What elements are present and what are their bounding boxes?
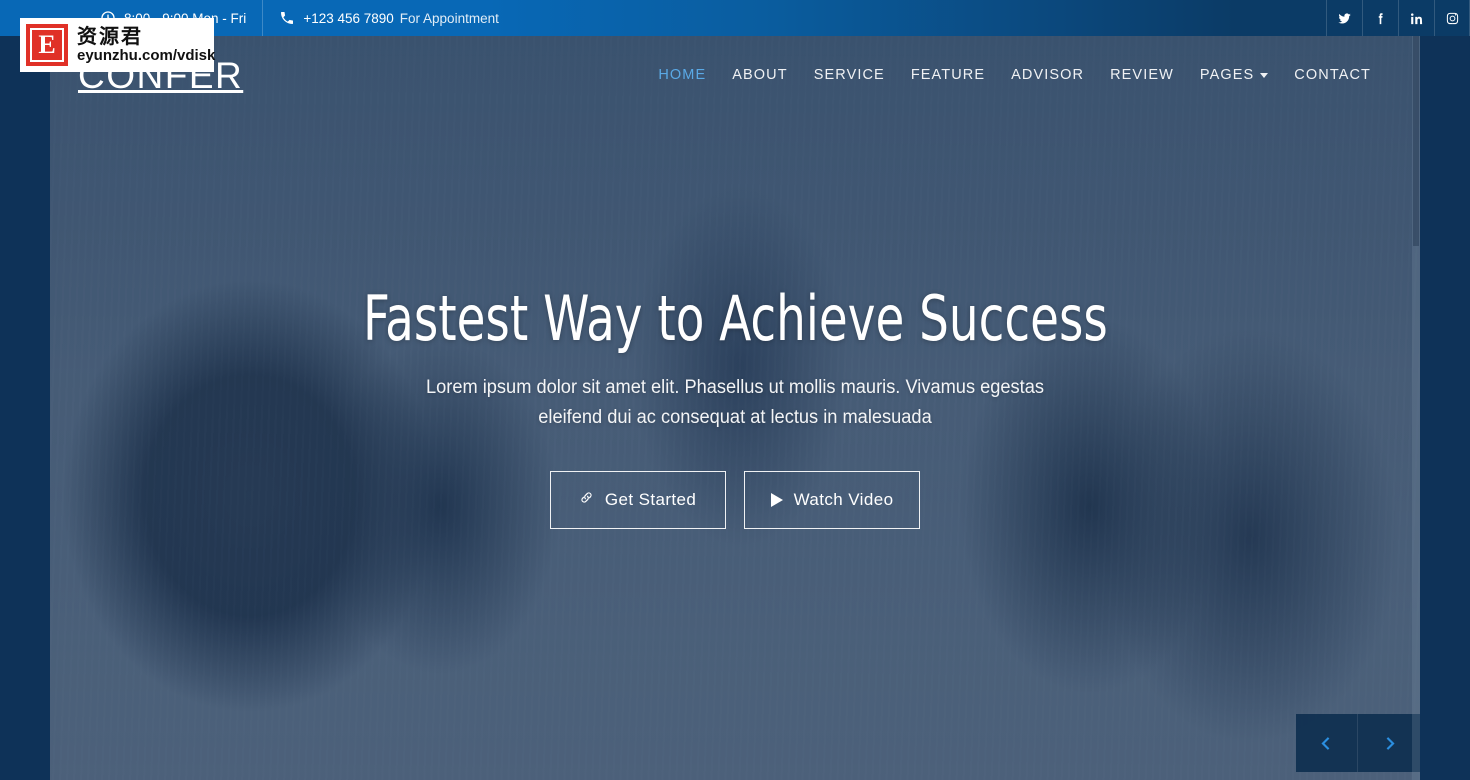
hero-subtitle: Lorem ipsum dolor sit amet elit. Phasell…	[425, 377, 1045, 429]
watermark-overlay: E 资源君 eyunzhu.com/vdisk	[20, 18, 216, 72]
nav-item-advisor[interactable]: ADVISOR	[998, 57, 1097, 93]
nav-item-contact[interactable]: CONTACT	[1281, 57, 1384, 93]
watermark-logo-icon: E	[26, 24, 68, 66]
watch-video-label: Watch Video	[793, 490, 894, 510]
page-scrollbar[interactable]	[1412, 36, 1420, 780]
nav-item-pages-label: PAGES	[1199, 67, 1255, 83]
hero-title: Fastest Way to Achieve Success	[362, 282, 1108, 355]
play-icon	[770, 493, 783, 508]
appointment-phone[interactable]: +123 456 7890 For Appointment	[262, 0, 515, 36]
hero-carousel: Fastest Way to Achieve Success Lorem ips…	[50, 36, 1420, 780]
instagram-link[interactable]	[1434, 0, 1470, 36]
facebook-icon	[1378, 12, 1383, 24]
link-chain-icon	[579, 490, 594, 510]
get-started-label: Get Started	[604, 490, 697, 510]
chevron-down-icon	[1260, 72, 1269, 78]
carousel-next-button[interactable]	[1358, 714, 1420, 772]
hero-content: Fastest Way to Achieve Success Lorem ips…	[50, 36, 1420, 780]
hero-buttons: Get Started Watch Video	[549, 471, 921, 530]
nav-item-pages[interactable]: PAGES	[1187, 57, 1281, 93]
phone-label: For Appointment	[399, 10, 499, 26]
watermark-text: 资源君 eyunzhu.com/vdisk	[77, 23, 216, 65]
top-info-bar: 8:00 - 9:00 Mon - Fri +123 456 7890 For …	[0, 0, 1470, 36]
main-navbar: CONFER HOME ABOUT SERVICE FEATURE ADVISO…	[0, 36, 1470, 114]
nav-item-service[interactable]: SERVICE	[801, 57, 898, 93]
page-root: Fastest Way to Achieve Success Lorem ips…	[0, 0, 1470, 780]
linkedin-icon	[1411, 12, 1423, 24]
nav-menu: HOME ABOUT SERVICE FEATURE ADVISOR REVIE…	[645, 57, 1384, 93]
carousel-prev-button[interactable]	[1296, 714, 1358, 772]
chevron-right-icon	[1386, 736, 1395, 750]
twitter-link[interactable]	[1326, 0, 1362, 36]
watermark-title: 资源君	[77, 23, 143, 48]
chevron-left-icon	[1321, 736, 1330, 750]
page-right-band	[1420, 36, 1470, 780]
phone-icon	[279, 10, 295, 26]
page-left-band	[0, 36, 50, 780]
watermark-url: eyunzhu.com/vdisk	[77, 46, 216, 64]
social-links	[1326, 0, 1470, 36]
watermark-logo-letter: E	[30, 28, 64, 62]
nav-item-review[interactable]: REVIEW	[1097, 57, 1187, 93]
nav-item-feature[interactable]: FEATURE	[898, 57, 998, 93]
twitter-icon	[1338, 12, 1351, 23]
instagram-icon	[1446, 12, 1458, 24]
nav-item-about[interactable]: ABOUT	[719, 57, 800, 93]
facebook-link[interactable]	[1362, 0, 1398, 36]
phone-number: +123 456 7890	[303, 10, 394, 26]
nav-item-home[interactable]: HOME	[645, 57, 719, 93]
linkedin-link[interactable]	[1398, 0, 1434, 36]
get-started-button[interactable]: Get Started	[549, 471, 726, 530]
watch-video-button[interactable]: Watch Video	[743, 471, 921, 530]
carousel-navigation	[1296, 714, 1420, 772]
